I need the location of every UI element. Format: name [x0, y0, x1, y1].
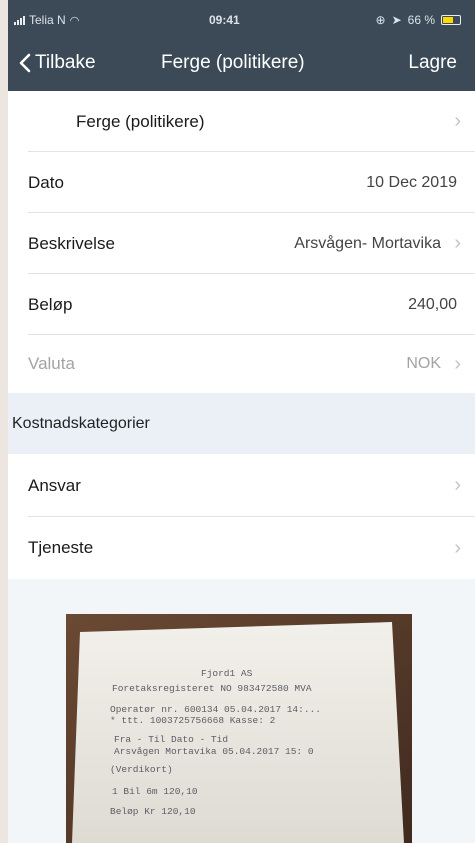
cost-categories-header: Kostnadskategorier [8, 393, 475, 454]
back-button[interactable]: Tilbake [18, 52, 96, 74]
receipt-line: * ttt. 1003725756668 Kasse: 2 [110, 715, 276, 726]
page-title: Ferge (politikere) [161, 52, 305, 73]
receipt-line: 1 Bil 6m 120,10 [112, 786, 198, 797]
receipt-line: Foretaksregisteret NO 983472580 MVA [112, 683, 312, 694]
status-bar: Telia N ◠ 09:41 ⊕ ➤ 66 % [8, 0, 475, 40]
date-value: 10 Dec 2019 [366, 173, 457, 191]
top-bar: Telia N ◠ 09:41 ⊕ ➤ 66 % Tilbake Ferge (… [8, 0, 475, 91]
receipt-line: Fjord1 AS [201, 668, 253, 679]
amount-row[interactable]: Beløp 240,00 [8, 274, 475, 335]
receipt-photo[interactable]: Fjord1 AS Foretaksregisteret NO 983472580… [66, 614, 412, 843]
service-label: Tjeneste [28, 538, 94, 557]
responsibility-row[interactable]: Ansvar › [8, 454, 475, 517]
receipt-line: Operatør nr. 600134 05.04.2017 14:... [110, 704, 321, 715]
receipt-line: Beløp Kr 120,10 [110, 806, 196, 817]
chevron-right-icon: › [454, 110, 461, 132]
orientation-lock-icon: ⊕ [375, 13, 386, 27]
save-button[interactable]: Lagre [408, 52, 457, 74]
description-row[interactable]: Beskrivelse Arsvågen- Mortavika › [8, 213, 475, 274]
service-row[interactable]: Tjeneste › [8, 517, 475, 579]
description-label: Beskrivelse [28, 233, 115, 253]
carrier-label: Telia N [29, 13, 66, 27]
category-label: Ferge (politikere) [76, 111, 205, 131]
carrier-group: Telia N ◠ [14, 13, 79, 27]
receipt-line: Fra - Til Dato - Tid [114, 734, 228, 745]
battery-icon [441, 15, 461, 25]
phone-screen: Telia N ◠ 09:41 ⊕ ➤ 66 % Tilbake Ferge (… [8, 0, 475, 843]
currency-value: NOK [406, 355, 441, 372]
amount-value: 240,00 [408, 295, 457, 313]
chevron-right-icon: › [454, 352, 461, 375]
battery-percent: 66 % [407, 13, 435, 27]
receipt-image: Fjord1 AS Foretaksregisteret NO 983472580… [66, 614, 412, 843]
cost-categories-label: Kostnadskategorier [12, 414, 150, 432]
navigation-bar: Tilbake Ferge (politikere) Lagre [8, 52, 475, 82]
back-label: Tilbake [35, 52, 96, 73]
responsibility-label: Ansvar [28, 475, 81, 495]
chevron-right-icon: › [454, 232, 461, 254]
receipt-line: (Verdikort) [110, 764, 173, 775]
signal-icon [14, 15, 25, 25]
category-row[interactable]: Ferge (politikere) › [8, 91, 475, 152]
status-time: 09:41 [209, 13, 240, 27]
chevron-left-icon [19, 53, 31, 73]
receipt-line: Arsvågen Mortavika 05.04.2017 15: 0 [114, 746, 314, 757]
status-right: ⊕ ➤ 66 % [376, 13, 461, 27]
chevron-right-icon: › [454, 474, 461, 496]
currency-label: Valuta [28, 354, 75, 373]
date-row[interactable]: Dato 10 Dec 2019 [8, 152, 475, 213]
amount-label: Beløp [28, 294, 73, 314]
chevron-right-icon: › [454, 536, 461, 559]
description-value: Arsvågen- Mortavika [294, 234, 441, 252]
location-icon: ➤ [391, 13, 402, 27]
wifi-icon: ◠ [69, 14, 80, 27]
currency-row[interactable]: Valuta NOK › [8, 335, 475, 393]
date-label: Dato [28, 172, 64, 192]
